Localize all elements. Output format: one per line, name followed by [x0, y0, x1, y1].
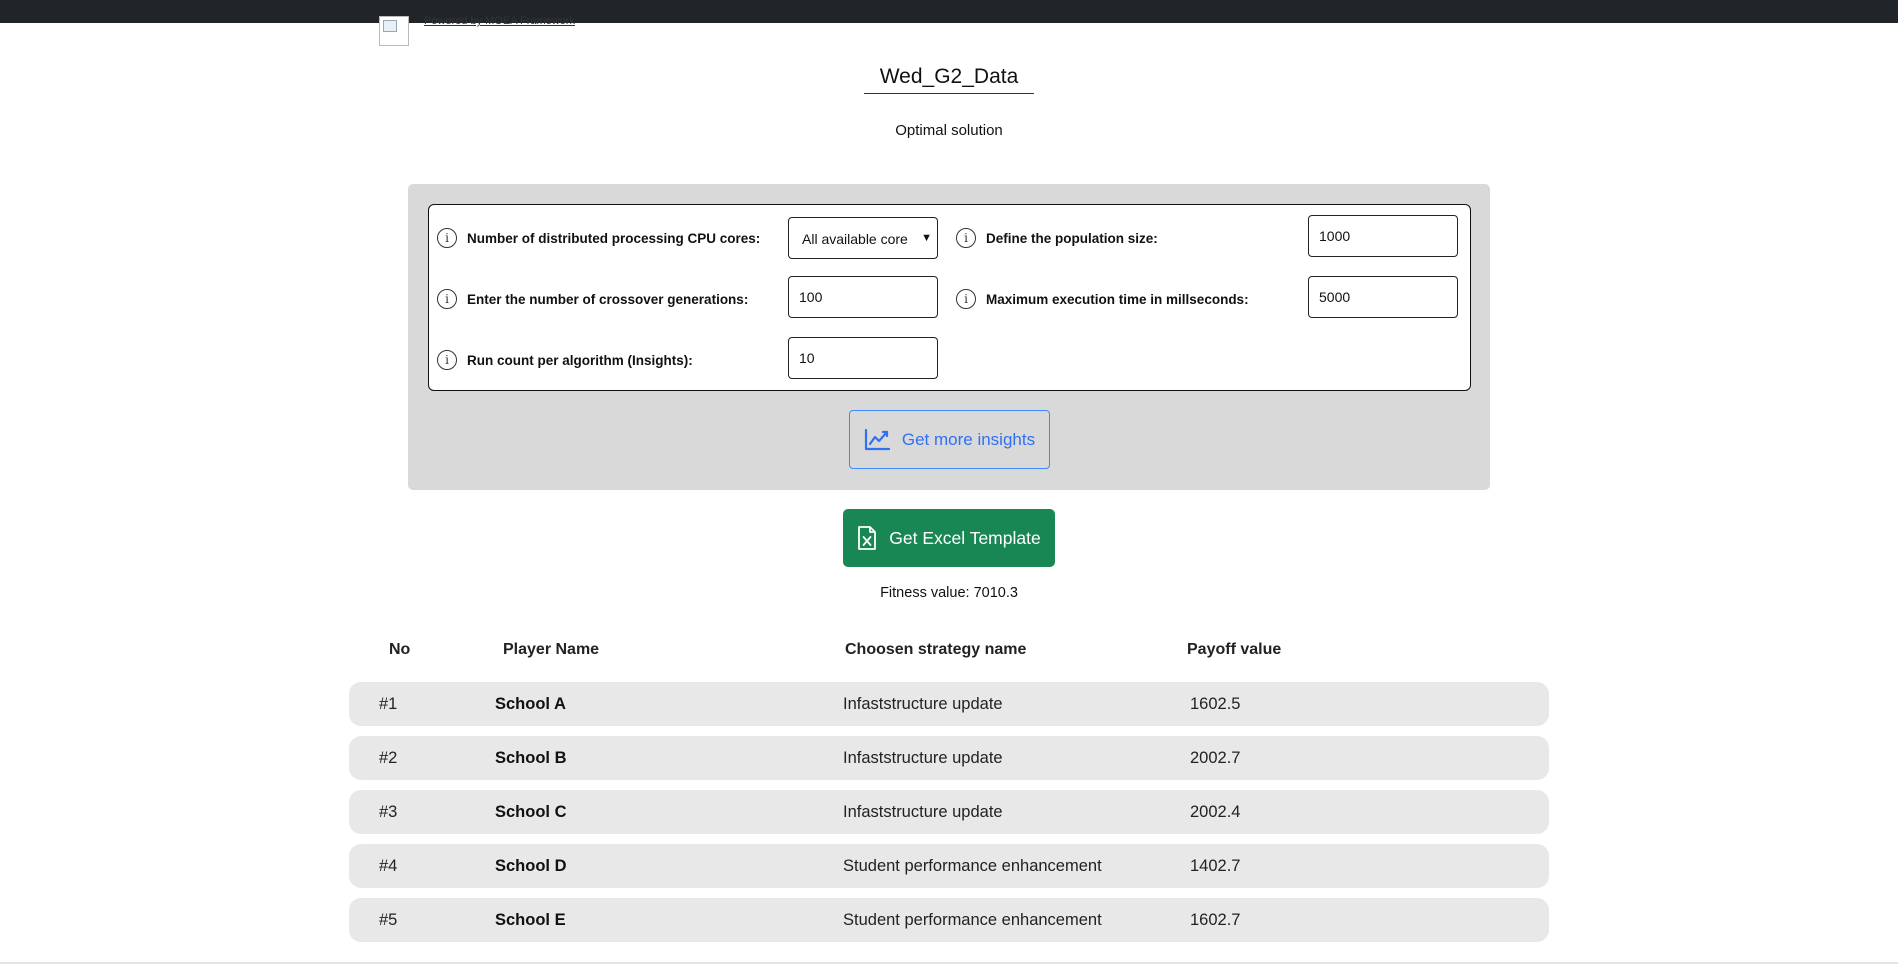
info-circle-icon[interactable]: [956, 289, 976, 309]
cpu-cores-selected: All available core: [802, 231, 908, 247]
player-name: School B: [495, 749, 567, 767]
row-number: #5: [379, 911, 398, 929]
max-time-label-text: Maximum execution time in millseconds:: [986, 291, 1249, 307]
population-label: Define the population size:: [956, 226, 1158, 250]
info-circle-icon[interactable]: [956, 228, 976, 248]
top-navbar: [0, 0, 1898, 23]
line-chart-icon: [864, 428, 890, 450]
row-number: #3: [379, 803, 398, 821]
max-time-label: Maximum execution time in millseconds:: [956, 287, 1249, 311]
generations-input[interactable]: 100: [788, 276, 938, 318]
payoff-value: 1602.7: [1190, 911, 1241, 929]
fitness-value: Fitness value: 7010.3: [880, 585, 1018, 601]
page-title: Wed_G2_Data: [864, 65, 1034, 94]
player-name: School D: [495, 857, 567, 875]
page-subtitle: Optimal solution: [895, 122, 1003, 139]
row-number: #4: [379, 857, 398, 875]
player-name: School A: [495, 695, 566, 713]
info-circle-icon[interactable]: [437, 228, 457, 248]
strategy-name: Student performance enhancement: [843, 857, 1102, 875]
column-header-no: No: [389, 641, 411, 658]
get-excel-template-button[interactable]: Get Excel Template: [843, 509, 1055, 567]
cpu-cores-label-text: Number of distributed processing CPU cor…: [467, 230, 761, 246]
generations-label-text: Enter the number of crossover generation…: [467, 291, 749, 307]
cpu-cores-select[interactable]: All available core ▼: [788, 217, 938, 259]
player-name: School E: [495, 911, 566, 929]
table-row: #1 School A Infaststructure update 1602.…: [349, 682, 1549, 726]
strategy-name: Infaststructure update: [843, 749, 1003, 767]
column-header-payoff: Payoff value: [1187, 641, 1282, 658]
row-number: #1: [379, 695, 398, 713]
table-row: #4 School D Student performance enhancem…: [349, 844, 1549, 888]
info-circle-icon[interactable]: [437, 350, 457, 370]
run-count-label: Run count per algorithm (Insights):: [437, 348, 693, 372]
strategy-name: Student performance enhancement: [843, 911, 1102, 929]
chevron-down-icon: ▼: [921, 232, 932, 244]
table-row: #5 School E Student performance enhancem…: [349, 898, 1549, 942]
info-circle-icon[interactable]: [437, 289, 457, 309]
payoff-value: 2002.7: [1190, 749, 1241, 767]
population-label-text: Define the population size:: [986, 230, 1158, 246]
payoff-value: 2002.4: [1190, 803, 1241, 821]
page-bottom-border: [0, 962, 1898, 964]
row-number: #2: [379, 749, 398, 767]
payoff-value: 1402.7: [1190, 857, 1241, 875]
run-count-label-text: Run count per algorithm (Insights):: [467, 352, 693, 368]
payoff-value: 1602.5: [1190, 695, 1241, 713]
player-name: School C: [495, 803, 567, 821]
table-row: #2 School B Infaststructure update 2002.…: [349, 736, 1549, 780]
column-header-strategy: Choosen strategy name: [845, 641, 1027, 658]
population-input[interactable]: 1000: [1308, 215, 1458, 257]
generations-label: Enter the number of crossover generation…: [437, 287, 748, 311]
powered-by-link[interactable]: Powered by MOEA Framework: [424, 15, 575, 27]
settings-form: Number of distributed processing CPU cor…: [428, 204, 1471, 391]
column-header-player-name: Player Name: [503, 641, 600, 658]
get-more-insights-button[interactable]: Get more insights: [849, 410, 1050, 469]
get-excel-template-label: Get Excel Template: [889, 527, 1041, 548]
strategy-name: Infaststructure update: [843, 803, 1003, 821]
cpu-cores-label: Number of distributed processing CPU cor…: [437, 226, 760, 250]
max-time-input[interactable]: 5000: [1308, 276, 1458, 318]
get-more-insights-label: Get more insights: [901, 429, 1036, 449]
broken-logo-image: [379, 16, 409, 46]
run-count-input[interactable]: 10: [788, 337, 938, 379]
table-row: #3 School C Infaststructure update 2002.…: [349, 790, 1549, 834]
strategy-name: Infaststructure update: [843, 695, 1003, 713]
excel-file-icon: [858, 526, 877, 550]
